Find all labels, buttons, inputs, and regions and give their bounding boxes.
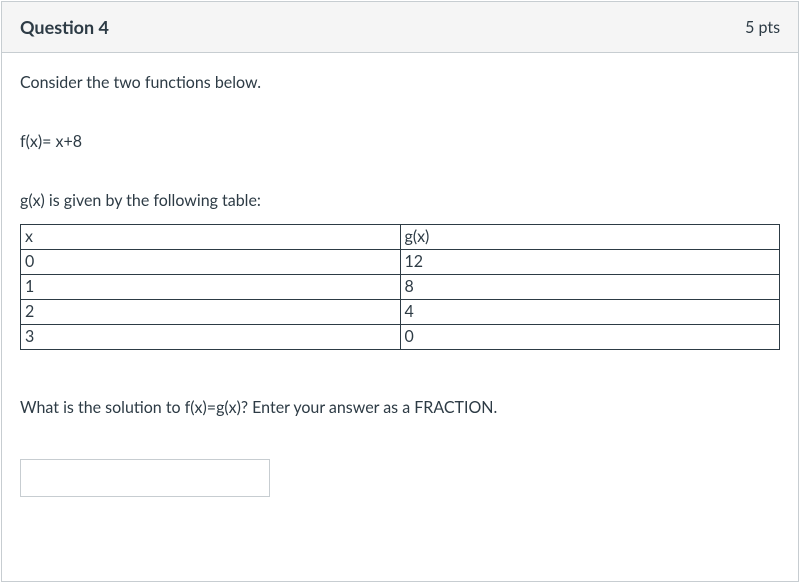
table-cell: 0 <box>400 325 780 350</box>
table-cell: 0 <box>21 250 401 275</box>
question-header: Question 4 5 pts <box>2 2 798 53</box>
table-intro-text: g(x) is given by the following table: <box>20 191 780 210</box>
table-row: 1 8 <box>21 275 780 300</box>
table-cell: 8 <box>400 275 780 300</box>
final-prompt-text: What is the solution to f(x)=g(x)? Enter… <box>20 398 780 417</box>
question-body: Consider the two functions below. f(x)= … <box>2 53 798 517</box>
table-cell: 1 <box>21 275 401 300</box>
table-row: 0 12 <box>21 250 780 275</box>
table-header-gx: g(x) <box>400 225 780 250</box>
table-row: x g(x) <box>21 225 780 250</box>
table-header-x: x <box>21 225 401 250</box>
question-container: Question 4 5 pts Consider the two functi… <box>1 1 799 582</box>
table-cell: 3 <box>21 325 401 350</box>
table-row: 2 4 <box>21 300 780 325</box>
gx-table: x g(x) 0 12 1 8 2 4 3 0 <box>20 224 780 350</box>
table-row: 3 0 <box>21 325 780 350</box>
question-points: 5 pts <box>745 18 780 37</box>
table-cell: 12 <box>400 250 780 275</box>
function-f-definition: f(x)= x+8 <box>20 132 780 151</box>
table-cell: 4 <box>400 300 780 325</box>
intro-text: Consider the two functions below. <box>20 73 780 92</box>
answer-input[interactable] <box>20 459 270 497</box>
question-title: Question 4 <box>20 16 109 38</box>
table-cell: 2 <box>21 300 401 325</box>
